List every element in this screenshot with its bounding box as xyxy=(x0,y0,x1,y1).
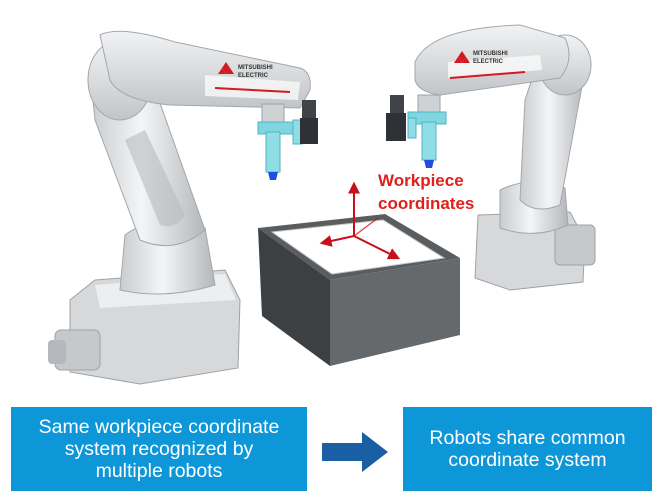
caption-left-box: Same workpiece coordinate system recogni… xyxy=(11,407,307,491)
workpiece-label-line-1: Workpiece xyxy=(378,171,464,190)
workpiece-coordinates-label: Workpiece coordinates xyxy=(378,169,474,215)
svg-text:MITSUBISHI: MITSUBISHI xyxy=(473,51,508,57)
svg-text:ELECTRIC: ELECTRIC xyxy=(473,59,504,65)
caption-right-line-2: coordinate system xyxy=(448,449,607,471)
caption-right-box: Robots share common coordinate system xyxy=(403,407,652,491)
caption-left-line-2: system recognized by xyxy=(64,438,254,460)
left-robot: MITSUBISHI ELECTRIC xyxy=(48,30,318,385)
caption-right-line-1: Robots share common xyxy=(429,427,626,449)
caption-left-line-1: Same workpiece coordinate xyxy=(38,416,280,438)
right-arrow-icon xyxy=(322,432,388,472)
workpiece-label-line-2: coordinates xyxy=(378,194,475,213)
robot-illustration: MITSUBISHI ELECTRIC MITSUBISHI ELECTRIC xyxy=(48,24,596,385)
svg-text:MITSUBISHI: MITSUBISHI xyxy=(238,65,273,71)
workpiece-box xyxy=(258,214,460,366)
svg-text:ELECTRIC: ELECTRIC xyxy=(238,73,269,79)
caption-left-line-3: multiple robots xyxy=(95,460,223,482)
